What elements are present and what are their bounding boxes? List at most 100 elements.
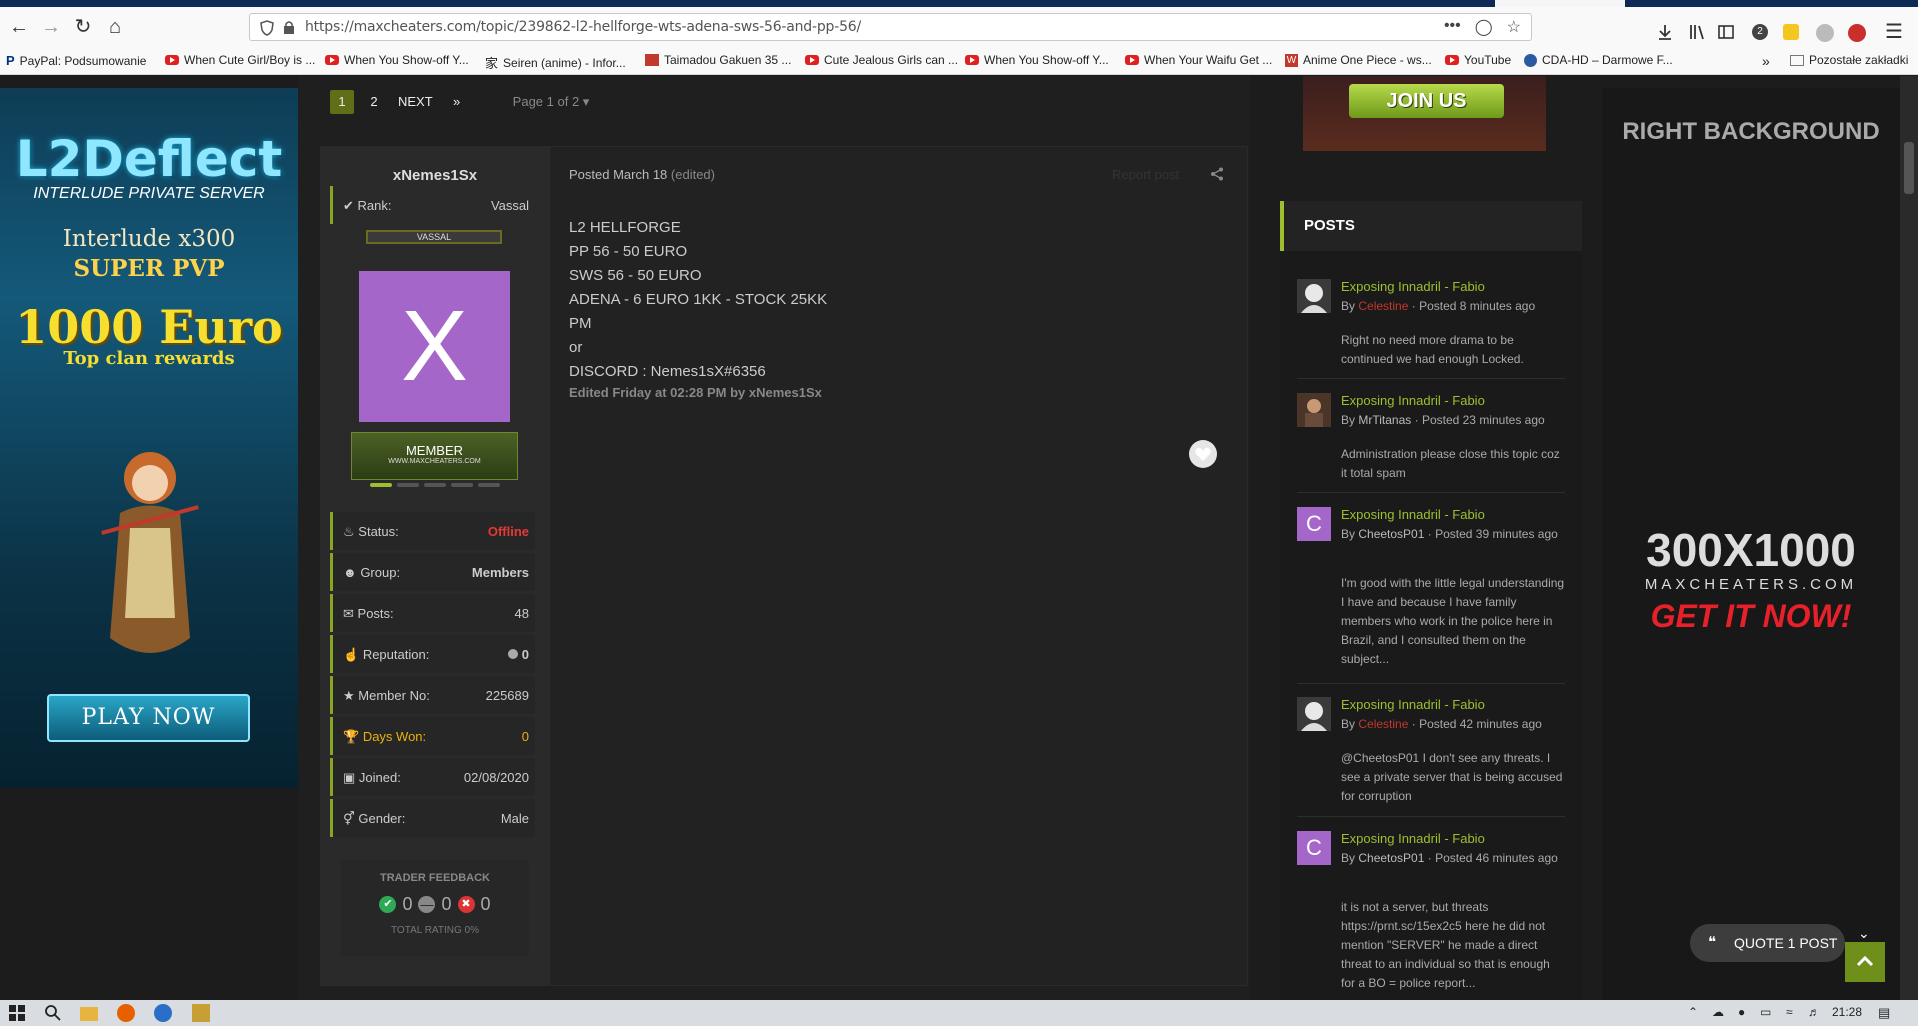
feed-item-title[interactable]: Exposing Innadril - Fabio bbox=[1341, 697, 1485, 712]
positive-icon: ✔ bbox=[379, 896, 397, 913]
right-advertisement[interactable]: RIGHT BACKGROUND 300X1000 MAXCHEATERS.CO… bbox=[1602, 88, 1900, 1000]
active-tab[interactable] bbox=[1495, 0, 1625, 7]
home-icon[interactable]: ⌂ bbox=[102, 14, 128, 40]
other-bookmarks-folder[interactable]: Pozostałe zakładki bbox=[1790, 53, 1908, 67]
feed-item-author[interactable]: Celestine bbox=[1358, 717, 1408, 731]
bookmark-item[interactable]: When Cute Girl/Boy is ... bbox=[165, 53, 315, 67]
page-1-link[interactable]: 1 bbox=[330, 90, 354, 114]
avatar[interactable] bbox=[1297, 393, 1331, 427]
extension-red-icon[interactable] bbox=[1848, 24, 1866, 42]
star-icon: ★ bbox=[343, 688, 355, 703]
page-jump-dropdown[interactable]: Page 1 of 2 ▾ bbox=[513, 94, 590, 110]
left-advertisement[interactable]: L2Deflect INTERLUDE PRIVATE SERVER Inter… bbox=[0, 88, 298, 788]
feed-item[interactable]: Exposing Innadril - Fabio By Celestine ·… bbox=[1297, 697, 1565, 817]
bookmarks-overflow-icon[interactable]: » bbox=[1762, 53, 1770, 69]
lock-icon[interactable] bbox=[283, 20, 295, 35]
trader-feedback[interactable]: TRADER FEEDBACK ✔ 0 — 0 ✖ 0 TOTAL RATING… bbox=[341, 860, 529, 956]
onedrive-icon[interactable]: ☁ bbox=[1712, 1005, 1724, 1019]
bookmark-item[interactable]: Cute Jealous Girls can ... bbox=[805, 53, 958, 67]
bookmark-item[interactable]: CDA-HD – Darmowe F... bbox=[1524, 53, 1673, 67]
feed-item[interactable]: C Exposing Innadril - Fabio By CheetosP0… bbox=[1297, 831, 1565, 1000]
pocket-icon[interactable]: ◯ bbox=[1475, 17, 1493, 37]
bell-icon: ♨ bbox=[343, 524, 355, 539]
tray-chevron-icon[interactable]: ⌃ bbox=[1688, 1005, 1698, 1019]
like-button[interactable] bbox=[1189, 440, 1217, 468]
bookmark-item[interactable]: When You Show-off Y... bbox=[325, 53, 469, 67]
bookmark-item[interactable]: P PayPal: Podsumowanie bbox=[6, 53, 146, 68]
post-date[interactable]: Posted March 18 bbox=[569, 167, 667, 182]
quote-post-button[interactable]: ❝ QUOTE 1 POST ⌄ bbox=[1690, 924, 1870, 962]
bookmark-item[interactable]: When Your Waifu Get ... bbox=[1125, 53, 1272, 67]
search-icon[interactable] bbox=[44, 1004, 62, 1022]
author-rank-row: ✔ Rank: Vassal bbox=[330, 186, 535, 224]
clock[interactable]: 21:28 bbox=[1832, 1005, 1862, 1019]
hamburger-menu-icon[interactable]: ☰ bbox=[1885, 19, 1903, 44]
feed-item-title[interactable]: Exposing Innadril - Fabio bbox=[1341, 507, 1485, 522]
avatar[interactable]: C bbox=[1297, 831, 1331, 865]
scrollbar-thumb[interactable] bbox=[1904, 142, 1914, 194]
feed-item-title[interactable]: Exposing Innadril - Fabio bbox=[1341, 831, 1485, 846]
back-icon[interactable]: ← bbox=[6, 14, 32, 40]
bookmark-item[interactable]: 家 Seiren (anime) - Infor... bbox=[485, 53, 626, 72]
back-to-top-button[interactable] bbox=[1845, 942, 1885, 982]
feed-item[interactable]: Exposing Innadril - Fabio By Celestine ·… bbox=[1297, 279, 1565, 379]
app-icon[interactable] bbox=[154, 1004, 172, 1022]
battery-icon[interactable]: ▭ bbox=[1760, 1005, 1771, 1019]
avatar[interactable] bbox=[1297, 697, 1331, 731]
last-page-icon[interactable]: » bbox=[445, 90, 469, 114]
page-actions-icon[interactable]: ••• bbox=[1444, 17, 1461, 37]
feed-item[interactable]: C Exposing Innadril - Fabio By CheetosP0… bbox=[1297, 507, 1565, 684]
days-won-row: 🏆 Days Won: 0 bbox=[330, 717, 535, 755]
feed-item-title[interactable]: Exposing Innadril - Fabio bbox=[1341, 279, 1485, 294]
firefox-icon[interactable] bbox=[117, 1004, 135, 1022]
avatar[interactable]: C bbox=[1297, 507, 1331, 541]
reload-icon[interactable]: ↻ bbox=[70, 14, 96, 40]
feed-item-author[interactable]: CheetosP01 bbox=[1358, 527, 1424, 541]
bookmark-item[interactable]: When You Show-off Y... bbox=[965, 53, 1109, 67]
url-text[interactable]: https://maxcheaters.com/topic/239862-l2-… bbox=[305, 19, 861, 35]
extension-icon[interactable] bbox=[1783, 24, 1799, 40]
sidebar-icon[interactable] bbox=[1716, 22, 1736, 42]
feed-item-author[interactable]: CheetosP01 bbox=[1358, 851, 1424, 865]
page-2-link[interactable]: 2 bbox=[362, 90, 386, 114]
adblock-icon[interactable] bbox=[1816, 24, 1834, 42]
tracking-shield-icon[interactable] bbox=[260, 20, 274, 36]
chevron-up-icon bbox=[1856, 955, 1874, 967]
feed-item-author[interactable]: Celestine bbox=[1358, 299, 1408, 313]
feed-item-title[interactable]: Exposing Innadril - Fabio bbox=[1341, 393, 1485, 408]
bookmark-star-icon[interactable]: ☆ bbox=[1507, 17, 1521, 37]
windows-start-icon[interactable] bbox=[8, 1004, 26, 1022]
notifications-icon[interactable]: ▤ bbox=[1878, 1005, 1890, 1021]
wifi-icon[interactable]: ≈ bbox=[1786, 1005, 1793, 1019]
volume-icon[interactable]: ♬ bbox=[1808, 1005, 1820, 1019]
bookmark-item[interactable]: Taimadou Gakuen 35 ... bbox=[645, 53, 791, 67]
bookmark-item[interactable]: W Anime One Piece - ws... bbox=[1285, 53, 1432, 67]
library-icon[interactable] bbox=[1687, 22, 1707, 42]
url-bar[interactable]: https://maxcheaters.com/topic/239862-l2-… bbox=[249, 13, 1532, 41]
feed-item-author[interactable]: MrTitanas bbox=[1358, 413, 1411, 427]
page-scrollbar[interactable] bbox=[1900, 76, 1918, 1000]
microphone-icon[interactable]: ● bbox=[1738, 1005, 1745, 1019]
post-line: PM bbox=[569, 315, 592, 332]
notification-count-badge[interactable]: 2 bbox=[1752, 24, 1768, 40]
join-us-button[interactable]: JOIN US bbox=[1349, 84, 1504, 118]
status-value: Offline bbox=[487, 524, 529, 539]
right-ad-cta: GET IT NOW! bbox=[1650, 598, 1852, 634]
anime-site-icon: W bbox=[1285, 53, 1298, 67]
rank-value: Vassal bbox=[490, 198, 529, 213]
forward-icon[interactable]: → bbox=[38, 14, 64, 40]
download-icon[interactable] bbox=[1655, 22, 1675, 42]
edited-tag[interactable]: (edited) bbox=[671, 167, 715, 182]
author-name[interactable]: xNemes1Sx bbox=[320, 167, 550, 184]
bookmark-item[interactable]: YouTube bbox=[1445, 53, 1511, 67]
next-page-link[interactable]: NEXT bbox=[394, 90, 437, 114]
game-icon[interactable] bbox=[192, 1004, 210, 1022]
avatar[interactable]: X bbox=[359, 271, 510, 422]
play-now-button[interactable]: PLAY NOW bbox=[47, 694, 250, 742]
group-row: ☻ Group: Members bbox=[330, 553, 535, 591]
feed-item[interactable]: Exposing Innadril - Fabio By MrTitanas ·… bbox=[1297, 393, 1565, 493]
avatar[interactable] bbox=[1297, 279, 1331, 313]
share-icon[interactable] bbox=[1210, 167, 1224, 181]
report-post-link[interactable]: Report post bbox=[1112, 167, 1179, 182]
file-explorer-icon[interactable] bbox=[80, 1007, 98, 1021]
